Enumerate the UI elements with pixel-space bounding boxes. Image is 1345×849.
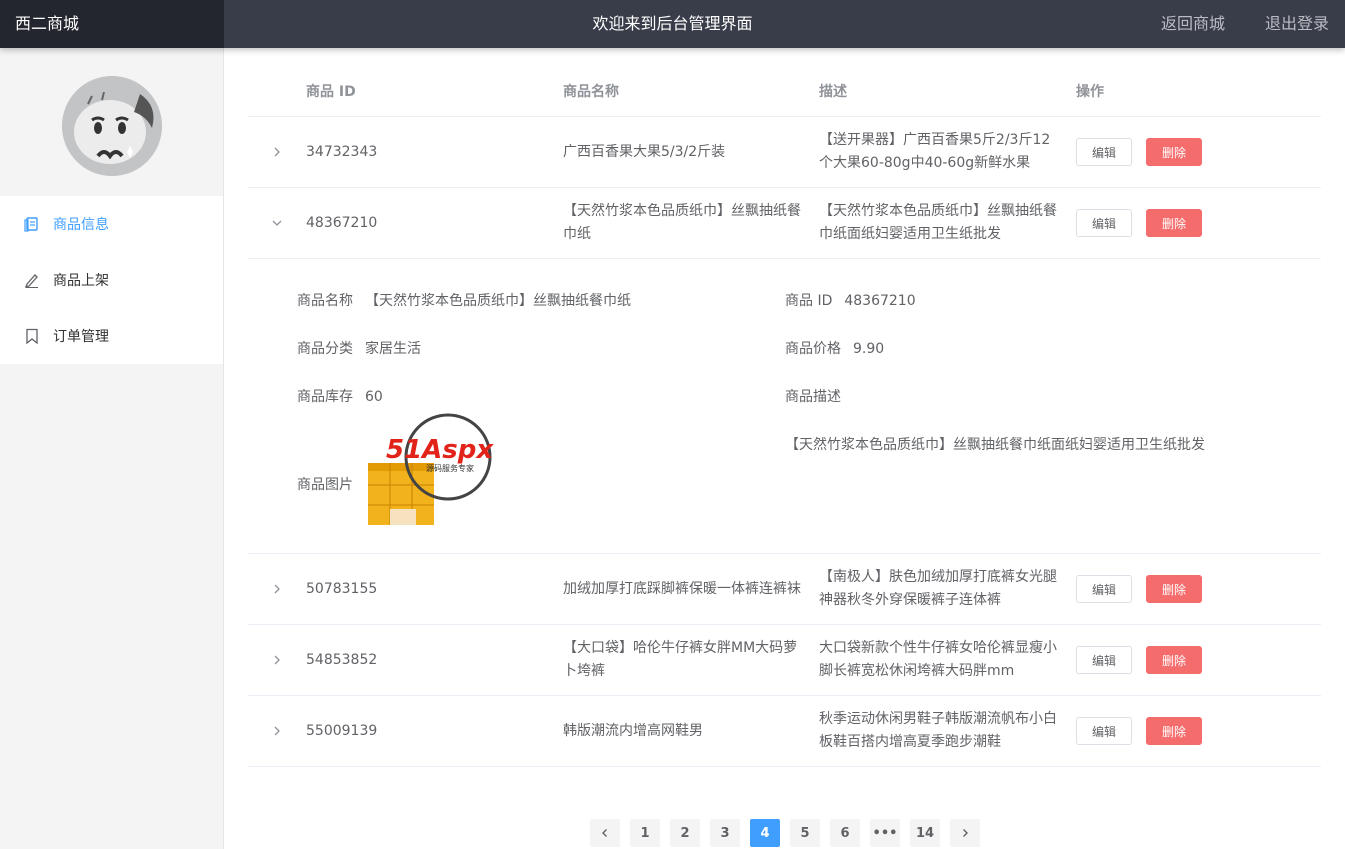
sidebar-item-product-listing[interactable]: 商品上架 bbox=[0, 252, 223, 308]
detail-image-label: 商品图片 bbox=[297, 477, 353, 493]
logout-link[interactable]: 退出登录 bbox=[1265, 0, 1329, 48]
product-desc: 大口袋新款个性牛仔裤女哈伦裤显瘦小脚长裤宽松休闲垮裤大码胖mm bbox=[819, 640, 1057, 679]
edit-button[interactable]: 编辑 bbox=[1076, 575, 1132, 603]
table-row: 55009139 韩版潮流内增高网鞋男 秋季运动休闲男鞋子韩版潮流帆布小白板鞋百… bbox=[248, 696, 1321, 767]
page-button[interactable]: 1 bbox=[630, 819, 660, 847]
product-desc: 秋季运动休闲男鞋子韩版潮流帆布小白板鞋百搭内增高夏季跑步潮鞋 bbox=[819, 711, 1057, 750]
edit-icon bbox=[22, 270, 42, 290]
detail-desc-value: 【天然竹浆本色品质纸巾】丝飘抽纸餐巾纸面纸妇婴适用卫生纸批发 bbox=[785, 437, 1205, 453]
sidebar-item-order-management[interactable]: 订单管理 bbox=[0, 308, 223, 364]
pagination: 1 2 3 4 5 6 ••• 14 bbox=[590, 819, 990, 847]
product-id: 48367210 bbox=[306, 215, 378, 231]
sidebar-item-label: 商品信息 bbox=[53, 217, 109, 233]
delete-button[interactable]: 删除 bbox=[1146, 209, 1202, 237]
chevron-right-icon[interactable] bbox=[271, 146, 283, 158]
chevron-down-icon[interactable] bbox=[271, 217, 283, 229]
bookmark-icon bbox=[22, 326, 42, 346]
detail-price: 商品价格 9.90 bbox=[785, 341, 885, 357]
product-name: 加绒加厚打底踩脚裤保暖一体裤连裤袜 bbox=[563, 580, 801, 597]
product-desc: 【送开果器】广西百香果5斤2/3斤12个大果60-80g中40-60g新鲜水果 bbox=[819, 132, 1051, 171]
sidebar: 商品信息 商品上架 订单管理 bbox=[0, 48, 224, 849]
page-button[interactable]: 6 bbox=[830, 819, 860, 847]
delete-button[interactable]: 删除 bbox=[1146, 575, 1202, 603]
page-title: 欢迎来到后台管理界面 bbox=[592, 14, 753, 33]
table-header: 商品 ID 商品名称 描述 操作 bbox=[248, 48, 1321, 117]
edit-button[interactable]: 编辑 bbox=[1076, 209, 1132, 237]
watermark-logo-text: 51Aspx bbox=[386, 435, 494, 465]
product-name: 韩版潮流内增高网鞋男 bbox=[563, 722, 703, 739]
product-name: 【大口袋】哈伦牛仔裤女胖MM大码萝卜垮裤 bbox=[563, 640, 798, 679]
avatar-cartoon-icon bbox=[62, 76, 162, 176]
watermark-logo-subtext: 源码服务专家 bbox=[426, 463, 474, 473]
sidebar-menu: 商品信息 商品上架 订单管理 bbox=[0, 196, 223, 364]
table-row: 34732343 广西百香果大果5/3/2斤装 【送开果器】广西百香果5斤2/3… bbox=[248, 117, 1321, 188]
chevron-right-icon[interactable] bbox=[271, 583, 283, 595]
sidebar-item-product-info[interactable]: 商品信息 bbox=[0, 196, 223, 252]
product-desc: 【南极人】肤色加绒加厚打底裤女光腿神器秋冬外穿保暖裤子连体裤 bbox=[819, 569, 1057, 608]
product-name: 广西百香果大果5/3/2斤装 bbox=[563, 143, 726, 160]
avatar-area bbox=[0, 48, 223, 196]
page-button[interactable]: 3 bbox=[710, 819, 740, 847]
detail-id: 商品 ID 48367210 bbox=[785, 293, 916, 309]
page-button-current[interactable]: 4 bbox=[750, 819, 780, 847]
chevron-right-icon bbox=[963, 829, 968, 837]
detail-desc-label: 商品描述 bbox=[785, 389, 841, 405]
expanded-detail: 商品名称 【天然竹浆本色品质纸巾】丝飘抽纸餐巾纸 商品 ID 48367210 商品… bbox=[248, 259, 1321, 554]
column-header-actions: 操作 bbox=[1076, 84, 1104, 100]
delete-button[interactable]: 删除 bbox=[1146, 717, 1202, 745]
edit-button[interactable]: 编辑 bbox=[1076, 717, 1132, 745]
prev-page-button[interactable] bbox=[590, 819, 620, 847]
detail-name: 商品名称 【天然竹浆本色品质纸巾】丝飘抽纸餐巾纸 bbox=[297, 293, 631, 309]
product-image[interactable]: 51Aspx 源码服务专家 bbox=[366, 401, 514, 533]
edit-button[interactable]: 编辑 bbox=[1076, 138, 1132, 166]
column-header-name: 商品名称 bbox=[563, 84, 619, 100]
chevron-left-icon bbox=[602, 829, 607, 837]
top-bar: 西二商城 欢迎来到后台管理界面 返回商城 退出登录 bbox=[0, 0, 1345, 48]
chevron-right-icon[interactable] bbox=[271, 654, 283, 666]
column-header-id: 商品 ID bbox=[306, 84, 356, 100]
document-icon bbox=[22, 214, 42, 234]
page-button[interactable]: 2 bbox=[670, 819, 700, 847]
delete-button[interactable]: 删除 bbox=[1146, 646, 1202, 674]
more-pages-button[interactable]: ••• bbox=[870, 819, 900, 847]
product-id: 55009139 bbox=[306, 723, 378, 739]
back-to-store-link[interactable]: 返回商城 bbox=[1161, 0, 1225, 48]
delete-button[interactable]: 删除 bbox=[1146, 138, 1202, 166]
table-row: 50783155 加绒加厚打底踩脚裤保暖一体裤连裤袜 【南极人】肤色加绒加厚打底… bbox=[248, 554, 1321, 625]
table-row: 48367210 【天然竹浆本色品质纸巾】丝飘抽纸餐巾纸 【天然竹浆本色品质纸巾… bbox=[248, 188, 1321, 259]
sidebar-item-label: 商品上架 bbox=[53, 273, 109, 289]
brand-logo[interactable]: 西二商城 bbox=[0, 0, 224, 48]
sidebar-item-label: 订单管理 bbox=[53, 329, 109, 345]
product-id: 50783155 bbox=[306, 581, 378, 597]
table-row: 54853852 【大口袋】哈伦牛仔裤女胖MM大码萝卜垮裤 大口袋新款个性牛仔裤… bbox=[248, 625, 1321, 696]
product-image-illustration: 51Aspx 源码服务专家 bbox=[368, 413, 494, 525]
chevron-right-icon[interactable] bbox=[271, 725, 283, 737]
page-button[interactable]: 14 bbox=[910, 819, 940, 847]
edit-button[interactable]: 编辑 bbox=[1076, 646, 1132, 674]
product-table: 商品 ID 商品名称 描述 操作 34732343 广西百香果大果5/3/2斤装… bbox=[248, 48, 1321, 767]
product-id: 54853852 bbox=[306, 652, 378, 668]
detail-category: 商品分类 家居生活 bbox=[297, 341, 421, 357]
column-header-desc: 描述 bbox=[819, 84, 847, 100]
next-page-button[interactable] bbox=[950, 819, 980, 847]
product-name: 【天然竹浆本色品质纸巾】丝飘抽纸餐巾纸 bbox=[563, 203, 801, 242]
avatar[interactable] bbox=[62, 76, 162, 176]
product-desc: 【天然竹浆本色品质纸巾】丝飘抽纸餐巾纸面纸妇婴适用卫生纸批发 bbox=[819, 203, 1057, 242]
product-id: 34732343 bbox=[306, 144, 378, 160]
page-button[interactable]: 5 bbox=[790, 819, 820, 847]
